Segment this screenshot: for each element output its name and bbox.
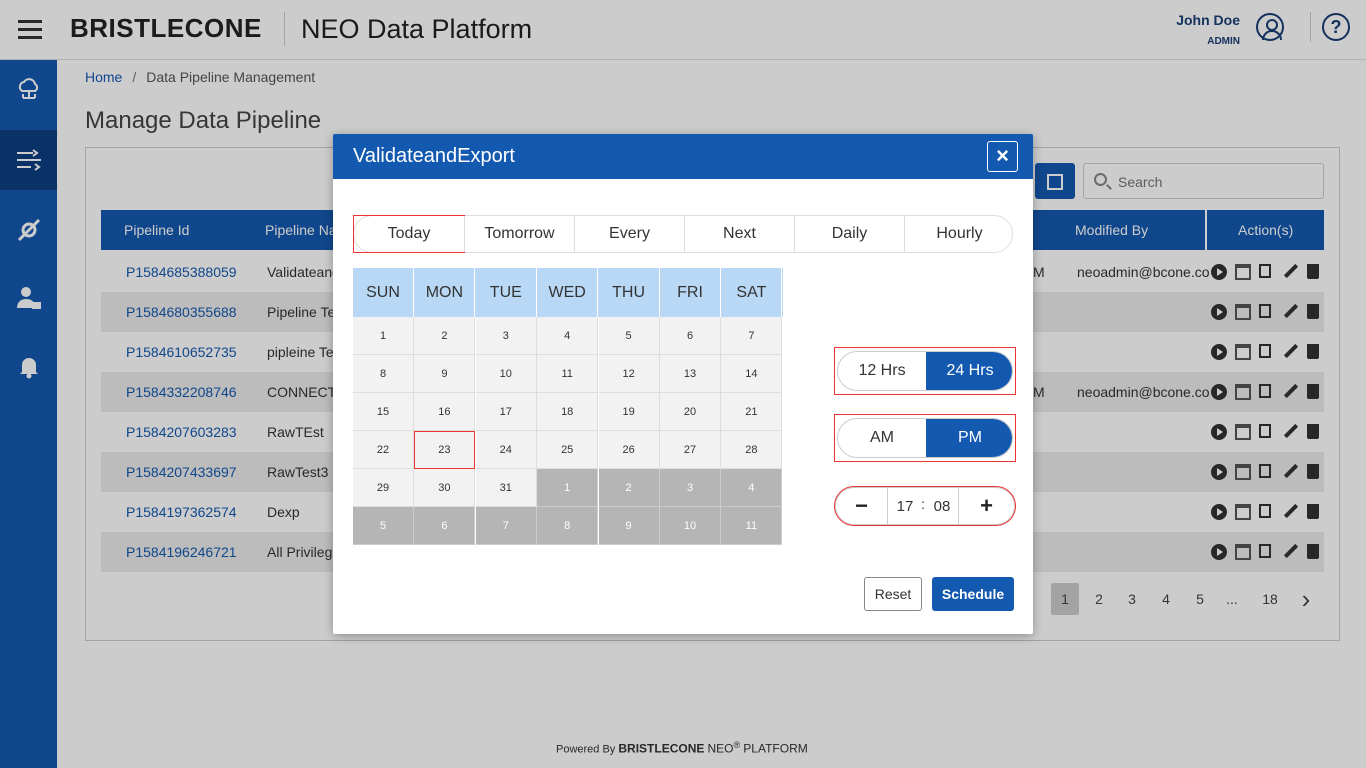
calendar-day[interactable]: 17: [475, 393, 537, 431]
tab-hourly[interactable]: Hourly: [904, 216, 1014, 252]
tab-today[interactable]: Today: [353, 215, 465, 253]
format-12hrs-option[interactable]: 12 Hrs: [838, 352, 926, 390]
time-stepper: − 17 : 08 +: [834, 486, 1016, 526]
calendar-day[interactable]: 26: [598, 431, 660, 469]
dialog-header: ValidateandExport ×: [333, 134, 1033, 179]
calendar-day[interactable]: 24: [475, 431, 537, 469]
calendar-day[interactable]: 3: [475, 317, 537, 355]
calendar-day[interactable]: 25: [537, 431, 599, 469]
calendar-day: 7: [475, 507, 537, 545]
calendar-day: 6: [414, 507, 476, 545]
calendar-day[interactable]: 4: [537, 317, 599, 355]
calendar-day: 9: [598, 507, 660, 545]
calendar-day: 4: [721, 469, 783, 507]
calendar-day[interactable]: 15: [353, 393, 414, 431]
calendar-day[interactable]: 7: [721, 317, 783, 355]
calendar-day[interactable]: 2: [414, 317, 476, 355]
calendar-day[interactable]: 8: [353, 355, 414, 393]
tab-next[interactable]: Next: [684, 216, 794, 252]
calendar-day[interactable]: 21: [721, 393, 783, 431]
time-separator: :: [921, 496, 925, 512]
increment-time-button[interactable]: +: [958, 488, 1014, 524]
calendar-day[interactable]: 11: [537, 355, 599, 393]
calendar-day[interactable]: 31: [475, 469, 537, 507]
weekday-wed: WED: [537, 268, 599, 317]
tab-daily[interactable]: Daily: [794, 216, 904, 252]
time-format-toggle: 12 Hrs 24 Hrs: [834, 347, 1016, 395]
weekday-sun: SUN: [353, 268, 414, 317]
calendar-day: 1: [537, 469, 599, 507]
calendar-day[interactable]: 29: [353, 469, 414, 507]
calendar-day: 2: [598, 469, 660, 507]
calendar-day[interactable]: 5: [598, 317, 660, 355]
calendar-day[interactable]: 22: [353, 431, 414, 469]
calendar-day[interactable]: 30: [414, 469, 476, 507]
calendar-weekday-header: SUN MON TUE WED THU FRI SAT: [353, 268, 783, 317]
calendar-day[interactable]: 10: [475, 355, 537, 393]
pm-option[interactable]: PM: [926, 419, 1012, 457]
calendar-day[interactable]: 12: [598, 355, 660, 393]
calendar-day[interactable]: 23: [414, 431, 476, 469]
calendar-day: 8: [537, 507, 599, 545]
schedule-dialog: ValidateandExport × Today Tomorrow Every…: [333, 134, 1033, 634]
tab-tomorrow[interactable]: Tomorrow: [464, 216, 574, 252]
calendar-day: 5: [353, 507, 414, 545]
schedule-tabs: Today Tomorrow Every Next Daily Hourly: [353, 215, 1013, 253]
tab-every[interactable]: Every: [574, 216, 684, 252]
calendar-day[interactable]: 18: [537, 393, 599, 431]
calendar-day: 11: [721, 507, 783, 545]
weekday-tue: TUE: [476, 268, 537, 317]
calendar-day[interactable]: 20: [660, 393, 721, 431]
calendar-day[interactable]: 6: [660, 317, 721, 355]
reset-button[interactable]: Reset: [864, 577, 922, 611]
am-option[interactable]: AM: [838, 419, 926, 457]
weekday-sat: SAT: [721, 268, 783, 317]
am-pm-toggle: AM PM: [834, 414, 1016, 462]
calendar-day[interactable]: 16: [414, 393, 476, 431]
hours-value[interactable]: 17: [892, 498, 918, 515]
minutes-value[interactable]: 08: [929, 498, 955, 515]
close-button[interactable]: ×: [987, 141, 1018, 172]
calendar-day[interactable]: 27: [660, 431, 721, 469]
weekday-fri: FRI: [660, 268, 721, 317]
calendar-day[interactable]: 14: [721, 355, 783, 393]
calendar-day: 3: [660, 469, 721, 507]
calendar-day[interactable]: 13: [660, 355, 721, 393]
calendar-day[interactable]: 9: [414, 355, 476, 393]
calendar-day[interactable]: 28: [721, 431, 783, 469]
calendar-day[interactable]: 19: [598, 393, 660, 431]
weekday-thu: THU: [599, 268, 660, 317]
calendar-day[interactable]: 1: [353, 317, 414, 355]
format-24hrs-option[interactable]: 24 Hrs: [926, 352, 1012, 390]
weekday-mon: MON: [414, 268, 476, 317]
schedule-button[interactable]: Schedule: [932, 577, 1014, 611]
dialog-title: ValidateandExport: [353, 145, 515, 167]
decrement-time-button[interactable]: −: [836, 488, 888, 524]
calendar-day: 10: [660, 507, 721, 545]
